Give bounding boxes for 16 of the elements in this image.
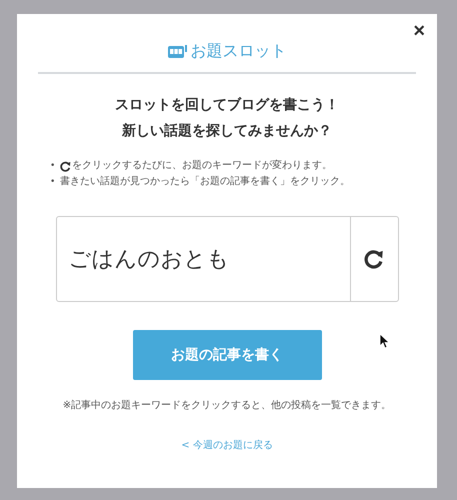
note-text: ※記事中のお題キーワードをクリックすると、他の投稿を一覧できます。 [62, 398, 392, 412]
instruction-text: 書きたい話題が見つかったら「お題の記事を書く」をクリック。 [60, 174, 350, 189]
refresh-icon [60, 160, 71, 172]
heading-text: スロットを回してブログを書こう！ [115, 96, 339, 115]
slot-keyword: ごはんのおとも [68, 246, 230, 274]
close-button[interactable]: × [409, 20, 429, 43]
bullet: • [50, 160, 56, 173]
dialog-title: お題スロット [190, 41, 286, 62]
instruction-text: をクリックするたびに、お題のキーワードが変わります。 [72, 158, 332, 173]
bullet: • [50, 176, 56, 189]
write-article-button[interactable]: お題の記事を書く [132, 330, 322, 380]
refresh-icon [364, 249, 384, 269]
heading-text: 新しい話題を探してみませんか？ [121, 122, 333, 141]
cursor-icon [380, 334, 390, 349]
back-link[interactable]: < 今週のお題に戻る [181, 438, 273, 452]
slot-machine-icon [168, 44, 188, 58]
